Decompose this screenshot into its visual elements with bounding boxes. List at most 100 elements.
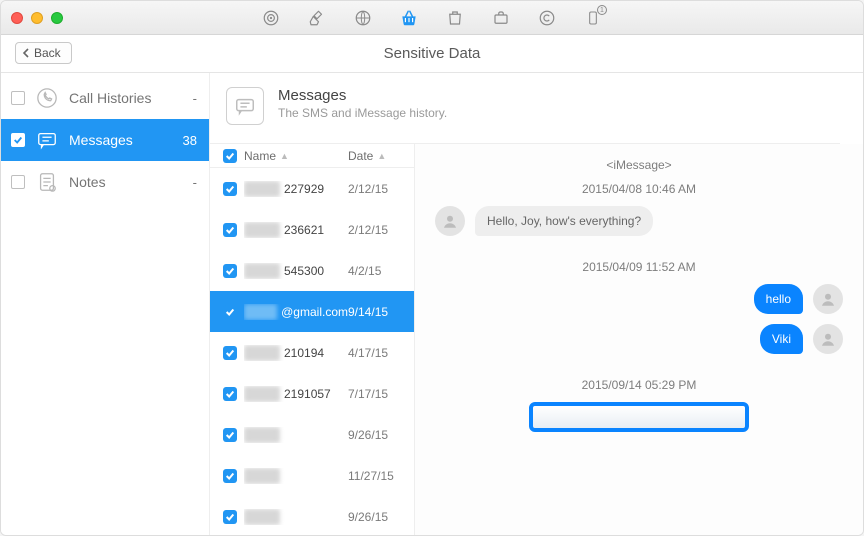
table-row[interactable]: 11/27/15 <box>210 455 414 496</box>
body: Call Histories - Messages 38 Notes - <box>1 73 863 535</box>
subheader: Back Sensitive Data <box>1 35 863 73</box>
window-zoom-button[interactable] <box>51 12 63 24</box>
sidebar-item-notes[interactable]: Notes - <box>1 161 209 203</box>
row-checkbox[interactable] <box>216 264 244 278</box>
redacted-text <box>244 263 280 279</box>
redacted-text <box>244 222 280 238</box>
row-date: 9/26/15 <box>348 510 414 524</box>
timestamp: 2015/09/14 05:29 PM <box>435 378 843 392</box>
row-name: 210194 <box>244 345 348 361</box>
row-checkbox[interactable] <box>216 510 244 524</box>
copyright-icon[interactable] <box>537 8 557 28</box>
broom-icon[interactable] <box>307 8 327 28</box>
note-icon <box>35 170 59 194</box>
row-checkbox[interactable] <box>216 428 244 442</box>
row-checkbox[interactable] <box>216 223 244 237</box>
row-name: 545300 <box>244 263 348 279</box>
checkmark-icon <box>13 135 23 145</box>
redacted-text <box>244 468 280 484</box>
sort-arrow-icon: ▲ <box>377 151 386 161</box>
row-date: 4/17/15 <box>348 346 414 360</box>
row-name <box>244 509 348 525</box>
column-header-label: Date <box>348 149 373 163</box>
messages-table: Name▲ Date▲ 2279292/12/152366212/12/1554… <box>210 144 415 535</box>
briefcase-icon[interactable] <box>491 8 511 28</box>
sidebar-item-label: Call Histories <box>69 90 183 106</box>
category-icon <box>226 87 264 125</box>
sidebar-item-messages[interactable]: Messages 38 <box>1 119 209 161</box>
category-text: Messages The SMS and iMessage history. <box>278 87 447 120</box>
row-checkbox[interactable] <box>216 469 244 483</box>
chevron-left-icon <box>22 48 30 58</box>
table-row[interactable]: 2279292/12/15 <box>210 168 414 209</box>
table-row[interactable]: 5453004/2/15 <box>210 250 414 291</box>
column-header-name[interactable]: Name▲ <box>244 149 348 163</box>
avatar-icon <box>435 206 465 236</box>
page-title: Sensitive Data <box>384 45 481 62</box>
sidebar-item-label: Notes <box>69 174 183 190</box>
checkbox[interactable] <box>11 133 25 147</box>
phone-icon <box>35 86 59 110</box>
category-header-wrap: Messages The SMS and iMessage history. <box>210 73 863 144</box>
message-bubble: Viki <box>760 324 803 354</box>
sidebar-item-count: - <box>193 91 197 106</box>
split-pane: Name▲ Date▲ 2279292/12/152366212/12/1554… <box>210 144 863 535</box>
redacted-text <box>244 427 280 443</box>
row-checkbox[interactable] <box>216 387 244 401</box>
row-date: 7/17/15 <box>348 387 414 401</box>
category-title: Messages <box>278 87 447 104</box>
app-window: 1 Back Sensitive Data Call Histories - <box>0 0 864 536</box>
avatar-icon <box>813 324 843 354</box>
message-incoming: Hello, Joy, how's everything? <box>435 206 843 236</box>
target-icon[interactable] <box>261 8 281 28</box>
timestamp: 2015/04/08 10:46 AM <box>435 182 843 196</box>
redacted-text <box>244 304 277 320</box>
row-checkbox[interactable] <box>216 346 244 360</box>
column-header-date[interactable]: Date ▲ <box>348 149 414 163</box>
table-row[interactable]: @gmail.com9/14/15 <box>210 291 414 332</box>
chat-icon <box>35 128 59 152</box>
titlebar: 1 <box>1 1 863 35</box>
checkbox[interactable] <box>11 175 25 189</box>
avatar-icon <box>813 284 843 314</box>
basket-icon[interactable] <box>399 8 419 28</box>
window-minimize-button[interactable] <box>31 12 43 24</box>
timestamp: 2015/04/09 11:52 AM <box>435 260 843 274</box>
conversation-preview: <iMessage> 2015/04/08 10:46 AM Hello, Jo… <box>415 144 863 535</box>
back-button-label: Back <box>34 46 61 60</box>
table-row[interactable]: 9/26/15 <box>210 496 414 535</box>
row-name: @gmail.com <box>244 304 348 320</box>
row-date: 2/12/15 <box>348 182 414 196</box>
row-date: 2/12/15 <box>348 223 414 237</box>
table-row[interactable]: 2366212/12/15 <box>210 209 414 250</box>
row-date: 9/14/15 <box>348 305 414 319</box>
row-checkbox[interactable] <box>216 182 244 196</box>
traffic-lights <box>11 12 63 24</box>
row-date: 11/27/15 <box>348 469 414 483</box>
row-checkbox[interactable] <box>216 305 244 319</box>
back-button[interactable]: Back <box>15 42 72 64</box>
message-outgoing: hello <box>435 284 843 314</box>
redacted-text <box>244 386 280 402</box>
image-message <box>529 402 749 432</box>
table-row[interactable]: 9/26/15 <box>210 414 414 455</box>
row-name <box>244 427 348 443</box>
row-name: 227929 <box>244 181 348 197</box>
table-body: 2279292/12/152366212/12/155453004/2/15@g… <box>210 168 414 535</box>
window-close-button[interactable] <box>11 12 23 24</box>
device-icon[interactable]: 1 <box>583 8 603 28</box>
redacted-text <box>244 181 280 197</box>
select-all-checkbox[interactable] <box>216 149 244 163</box>
checkbox[interactable] <box>11 91 25 105</box>
trash-icon[interactable] <box>445 8 465 28</box>
sort-arrow-icon: ▲ <box>280 151 289 161</box>
sidebar-item-count: 38 <box>183 133 197 148</box>
category-header: Messages The SMS and iMessage history. <box>210 73 840 144</box>
redacted-text <box>244 345 280 361</box>
row-date: 4/2/15 <box>348 264 414 278</box>
table-row[interactable]: 21910577/17/15 <box>210 373 414 414</box>
table-row[interactable]: 2101944/17/15 <box>210 332 414 373</box>
sidebar-item-call-histories[interactable]: Call Histories - <box>1 77 209 119</box>
channel-label: <iMessage> <box>435 158 843 172</box>
globe-icon[interactable] <box>353 8 373 28</box>
